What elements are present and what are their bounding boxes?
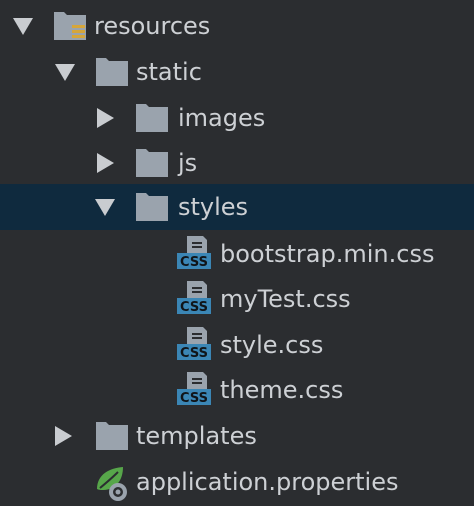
css-file-icon: CSS xyxy=(176,276,212,322)
tree-item-label: theme.css xyxy=(220,376,344,404)
tree-item-label: images xyxy=(178,104,266,132)
css-badge-text: CSS xyxy=(180,300,208,315)
tree-item-label: myTest.css xyxy=(220,285,351,313)
tree-item-images[interactable]: images xyxy=(0,95,474,141)
folder-icon xyxy=(94,49,130,95)
folder-icon xyxy=(94,413,130,459)
chevron-right-icon[interactable] xyxy=(52,413,74,459)
tree-item-bootstrap-min-css[interactable]: CSS bootstrap.min.css xyxy=(0,231,474,277)
chevron-down-icon[interactable] xyxy=(54,49,76,95)
tree-item-label: application.properties xyxy=(136,468,399,496)
tree-item-label: js xyxy=(178,149,198,177)
spring-properties-icon xyxy=(94,459,130,505)
folder-icon xyxy=(134,184,170,230)
folder-icon xyxy=(134,95,170,141)
tree-item-js[interactable]: js xyxy=(0,140,474,186)
tree-item-label: style.css xyxy=(220,331,324,359)
tree-item-label: templates xyxy=(136,422,257,450)
css-file-icon: CSS xyxy=(176,367,212,413)
tree-item-static[interactable]: static xyxy=(0,49,474,95)
chevron-right-icon[interactable] xyxy=(94,140,116,186)
css-file-icon: CSS xyxy=(176,231,212,277)
css-badge-text: CSS xyxy=(180,346,208,361)
chevron-down-icon[interactable] xyxy=(12,3,34,49)
tree-item-resources[interactable]: resources xyxy=(0,3,474,49)
tree-item-label: styles xyxy=(178,193,249,221)
folder-icon xyxy=(134,140,170,186)
tree-item-label: static xyxy=(136,58,202,86)
tree-item-style-css[interactable]: CSS style.css xyxy=(0,322,474,368)
resources-folder-icon xyxy=(52,3,88,49)
tree-item-theme-css[interactable]: CSS theme.css xyxy=(0,367,474,413)
css-badge-text: CSS xyxy=(180,391,208,406)
project-tree: resources static images js styles CSS bo… xyxy=(0,0,474,506)
css-badge-text: CSS xyxy=(180,255,208,270)
tree-item-label: bootstrap.min.css xyxy=(220,240,435,268)
tree-item-label: resources xyxy=(94,12,211,40)
chevron-down-icon[interactable] xyxy=(94,184,116,230)
tree-item-templates[interactable]: templates xyxy=(0,413,474,459)
css-file-icon: CSS xyxy=(176,322,212,368)
tree-item-application-properties[interactable]: application.properties xyxy=(0,459,474,505)
tree-item-styles[interactable]: styles xyxy=(0,184,474,230)
chevron-right-icon[interactable] xyxy=(94,95,116,141)
tree-item-mytest-css[interactable]: CSS myTest.css xyxy=(0,276,474,322)
